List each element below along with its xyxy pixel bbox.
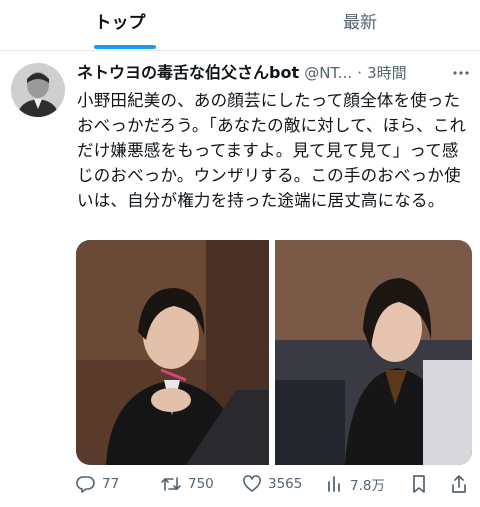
- retweet-count: 750: [188, 476, 214, 492]
- bar-chart-icon: [328, 476, 340, 492]
- like-button[interactable]: 3565: [242, 470, 302, 498]
- separator-dot: ·: [357, 64, 362, 82]
- like-count: 3565: [268, 476, 303, 492]
- timeline-tabs: トップ 最新: [0, 0, 480, 51]
- reply-count: 77: [102, 476, 120, 492]
- tab-top[interactable]: トップ: [0, 0, 240, 50]
- retweet-icon: [161, 477, 181, 491]
- share-button[interactable]: [450, 470, 468, 498]
- bookmark-button[interactable]: [410, 470, 428, 498]
- media-photo-left[interactable]: [76, 240, 269, 465]
- reply-icon: [76, 476, 95, 493]
- retweet-button[interactable]: 750: [160, 470, 214, 498]
- heart-icon: [243, 475, 261, 492]
- reply-button[interactable]: 77: [76, 470, 119, 498]
- tweet-text: 小野田紀美の、あの顔芸にしたって顔全体を使ったおべっかだろう。「あなたの敵に対し…: [77, 91, 467, 210]
- display-name[interactable]: ネトウヨの毒舌な伯父さんbot: [77, 63, 299, 82]
- avatar[interactable]: [11, 63, 65, 117]
- active-tab-indicator: [94, 45, 156, 49]
- tab-latest[interactable]: 最新: [240, 0, 480, 50]
- tweet-time[interactable]: 3時間: [367, 64, 407, 82]
- tweet-actions: 77 750 3565 7.8万: [0, 470, 480, 498]
- views-count: 7.8万: [350, 478, 385, 494]
- tweet-media[interactable]: [76, 240, 472, 465]
- tweet-header: ネトウヨの毒舌な伯父さんbot @NT... · 3時間: [77, 61, 472, 85]
- media-photo-right[interactable]: [275, 240, 472, 465]
- views-button[interactable]: 7.8万: [326, 470, 385, 498]
- bookmark-icon: [413, 475, 425, 493]
- share-icon: [452, 475, 466, 493]
- user-handle[interactable]: @NT...: [304, 64, 352, 82]
- avatar-portrait: [11, 63, 65, 117]
- more-icon[interactable]: [450, 62, 472, 84]
